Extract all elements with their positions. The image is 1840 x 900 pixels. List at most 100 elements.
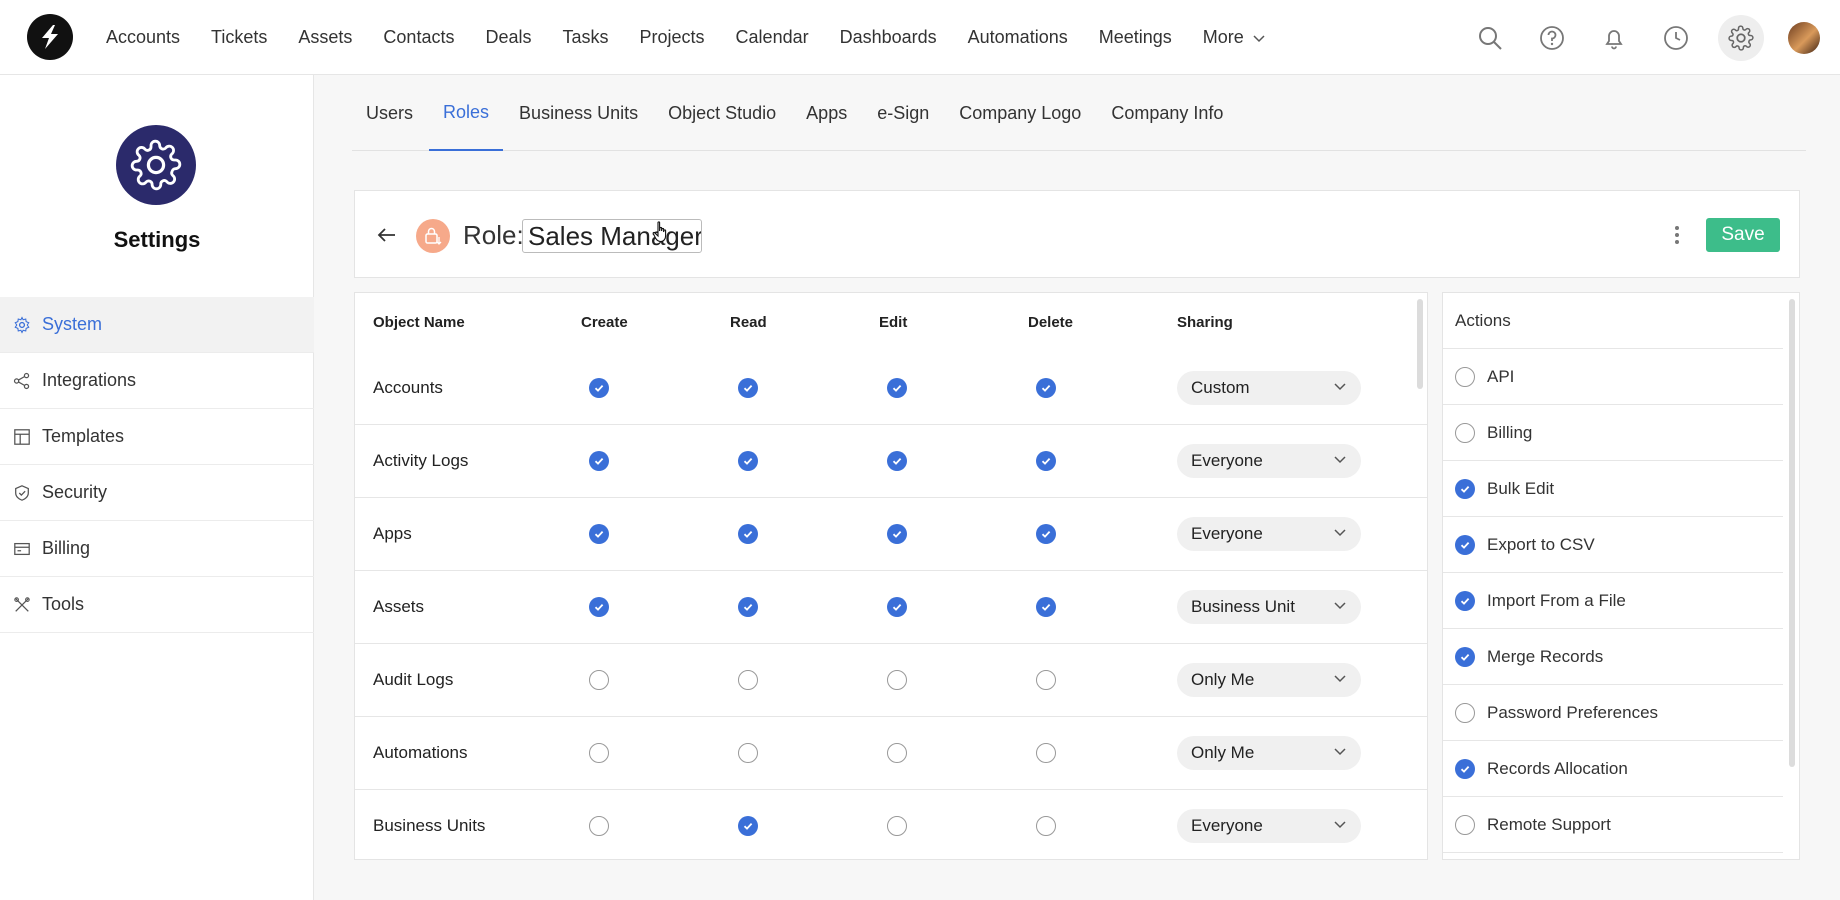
checked-checkbox-icon[interactable] (1455, 646, 1475, 667)
more-options-icon[interactable] (1669, 221, 1685, 249)
nav-more-menu[interactable]: More (1203, 27, 1266, 48)
read-permission-cell (730, 377, 879, 398)
checked-checkbox-icon[interactable] (1036, 597, 1056, 617)
sidebar-item-security[interactable]: Security (0, 465, 314, 521)
edit-permission-cell (879, 524, 1028, 544)
action-item[interactable]: Import From a File (1443, 573, 1783, 629)
unchecked-checkbox-icon[interactable] (589, 670, 609, 690)
checked-checkbox-icon[interactable] (1455, 478, 1475, 499)
object-name-cell: Accounts (373, 377, 443, 397)
action-item[interactable]: API (1443, 349, 1783, 405)
action-item[interactable]: Records Allocation (1443, 741, 1783, 797)
sidebar-item-templates[interactable]: Templates (0, 409, 314, 465)
unchecked-checkbox-icon[interactable] (1455, 366, 1475, 387)
tab-e-sign[interactable]: e-Sign (863, 75, 943, 151)
nav-item-assets[interactable]: Assets (298, 27, 352, 48)
sharing-select[interactable]: Everyone (1177, 444, 1361, 478)
nav-item-projects[interactable]: Projects (640, 27, 705, 48)
nav-item-tasks[interactable]: Tasks (563, 27, 609, 48)
nav-item-automations[interactable]: Automations (968, 27, 1068, 48)
checked-checkbox-icon[interactable] (1455, 758, 1475, 779)
checked-checkbox-icon[interactable] (887, 524, 907, 544)
actions-scrollbar[interactable] (1789, 299, 1795, 767)
sharing-select[interactable]: Only Me (1177, 663, 1361, 697)
tab-company-logo[interactable]: Company Logo (945, 75, 1095, 151)
chevron-down-icon (1333, 597, 1347, 617)
unchecked-checkbox-icon[interactable] (738, 743, 758, 763)
nav-item-deals[interactable]: Deals (485, 27, 531, 48)
sharing-select[interactable]: Business Unit (1177, 590, 1361, 624)
checked-checkbox-icon[interactable] (738, 451, 758, 471)
nav-item-meetings[interactable]: Meetings (1099, 27, 1172, 48)
table-scrollbar[interactable] (1417, 299, 1423, 389)
nav-item-accounts[interactable]: Accounts (106, 27, 180, 48)
unchecked-checkbox-icon[interactable] (887, 670, 907, 690)
action-item[interactable]: Remote Support (1443, 797, 1783, 853)
checked-checkbox-icon[interactable] (887, 597, 907, 617)
gear-icon[interactable] (1718, 14, 1764, 61)
checked-checkbox-icon[interactable] (1036, 524, 1056, 544)
sidebar-item-integrations[interactable]: Integrations (0, 353, 314, 409)
bell-icon[interactable] (1594, 18, 1634, 58)
action-item[interactable]: Billing (1443, 405, 1783, 461)
checked-checkbox-icon[interactable] (589, 597, 609, 617)
checked-checkbox-icon[interactable] (738, 524, 758, 544)
tab-object-studio[interactable]: Object Studio (654, 75, 790, 151)
checked-checkbox-icon[interactable] (887, 377, 907, 398)
unchecked-checkbox-icon[interactable] (887, 816, 907, 836)
search-icon[interactable] (1470, 18, 1510, 58)
sharing-select[interactable]: Everyone (1177, 517, 1361, 551)
unchecked-checkbox-icon[interactable] (589, 816, 609, 836)
tab-business-units[interactable]: Business Units (505, 75, 652, 151)
nav-item-contacts[interactable]: Contacts (383, 27, 454, 48)
nav-item-tickets[interactable]: Tickets (211, 27, 267, 48)
sidebar-item-system[interactable]: System (0, 297, 314, 353)
action-item[interactable]: Export to CSV (1443, 517, 1783, 573)
save-button[interactable]: Save (1706, 218, 1780, 252)
role-name-input[interactable]: Sales Manager (522, 219, 702, 253)
unchecked-checkbox-icon[interactable] (1036, 816, 1056, 836)
unchecked-checkbox-icon[interactable] (1455, 702, 1475, 723)
checked-checkbox-icon[interactable] (887, 451, 907, 471)
help-icon[interactable] (1532, 18, 1572, 58)
sidebar-item-tools[interactable]: Tools (0, 577, 314, 633)
tab-roles[interactable]: Roles (429, 75, 504, 151)
checked-checkbox-icon[interactable] (589, 451, 609, 471)
sharing-select[interactable]: Custom (1177, 370, 1361, 405)
nav-item-calendar[interactable]: Calendar (736, 27, 809, 48)
unchecked-checkbox-icon[interactable] (1455, 814, 1475, 835)
sidebar-item-billing[interactable]: Billing (0, 521, 314, 577)
checked-checkbox-icon[interactable] (1036, 377, 1056, 398)
checked-checkbox-icon[interactable] (738, 377, 758, 398)
checked-checkbox-icon[interactable] (738, 816, 758, 836)
sharing-select[interactable]: Everyone (1177, 809, 1361, 843)
sharing-select[interactable]: Only Me (1177, 736, 1361, 770)
role-icon (416, 219, 450, 253)
checked-checkbox-icon[interactable] (1455, 534, 1475, 555)
unchecked-checkbox-icon[interactable] (887, 743, 907, 763)
tab-company-info[interactable]: Company Info (1097, 75, 1237, 151)
nav-item-dashboards[interactable]: Dashboards (840, 27, 937, 48)
checked-checkbox-icon[interactable] (738, 597, 758, 617)
column-header-edit: Edit (879, 313, 908, 331)
action-item[interactable]: Bulk Edit (1443, 461, 1783, 517)
checked-checkbox-icon[interactable] (589, 377, 609, 398)
action-item[interactable]: Merge Records (1443, 629, 1783, 685)
read-permission-cell (730, 816, 879, 836)
unchecked-checkbox-icon[interactable] (1036, 743, 1056, 763)
back-arrow-icon[interactable] (375, 223, 399, 247)
tab-users[interactable]: Users (352, 75, 427, 151)
unchecked-checkbox-icon[interactable] (1455, 422, 1475, 443)
unchecked-checkbox-icon[interactable] (738, 670, 758, 690)
unchecked-checkbox-icon[interactable] (589, 743, 609, 763)
tab-apps[interactable]: Apps (792, 75, 861, 151)
sharing-select-value: Everyone (1191, 524, 1263, 543)
user-avatar[interactable] (1788, 21, 1820, 54)
clock-icon[interactable] (1656, 18, 1696, 58)
checked-checkbox-icon[interactable] (589, 524, 609, 544)
action-item[interactable]: Password Preferences (1443, 685, 1783, 741)
app-logo[interactable] (27, 14, 73, 60)
checked-checkbox-icon[interactable] (1455, 590, 1475, 611)
checked-checkbox-icon[interactable] (1036, 451, 1056, 471)
unchecked-checkbox-icon[interactable] (1036, 670, 1056, 690)
